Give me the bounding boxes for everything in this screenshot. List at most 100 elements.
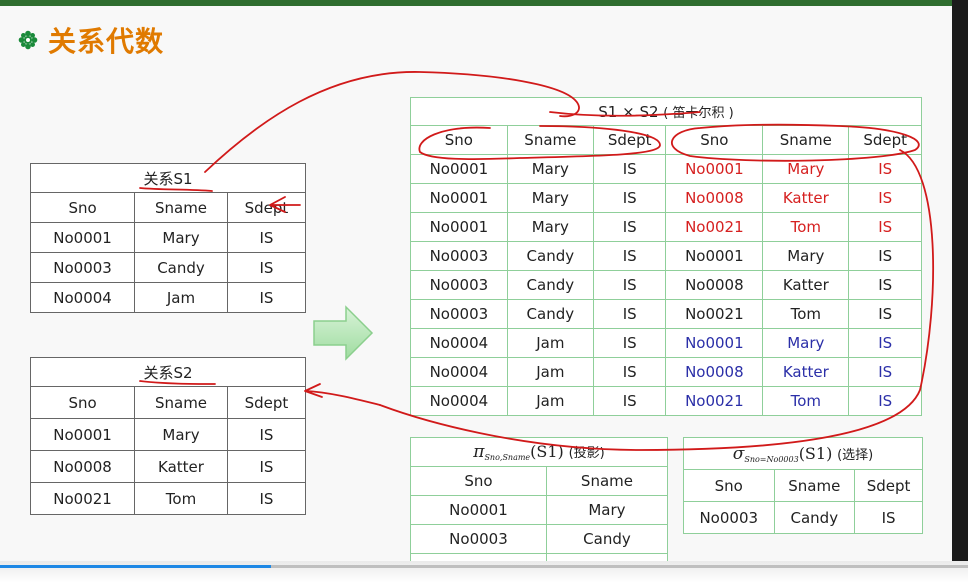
product-cell: No0001 bbox=[665, 328, 764, 358]
s1-cell: IS bbox=[226, 282, 307, 313]
product-cell: No0001 bbox=[665, 154, 764, 184]
projection-caption: πSno,Sname(S1) (投影) bbox=[410, 437, 668, 467]
selection-argument: (S1) bbox=[798, 443, 833, 463]
product-header-cell: Sdept bbox=[592, 125, 667, 155]
product-cell: No0001 bbox=[665, 241, 764, 271]
product-cell: IS bbox=[592, 241, 667, 271]
table-row: No0004 Jam IS bbox=[29, 282, 307, 313]
product-caption: S1 × S2 ( 笛卡尔积 ) bbox=[410, 97, 922, 126]
product-cell: Mary bbox=[762, 241, 850, 271]
product-cell: No0021 bbox=[665, 299, 764, 329]
product-cell: IS bbox=[848, 270, 922, 300]
product-cell: IS bbox=[592, 270, 667, 300]
relation-s1-table: 关系S1 Sno Sname Sdept No0001 Mary IS No00… bbox=[29, 163, 307, 313]
s2-cell: Katter bbox=[134, 450, 228, 483]
product-caption-main: S1 × S2 bbox=[598, 103, 659, 121]
product-header-cell: Sdept bbox=[848, 125, 922, 155]
product-cell: IS bbox=[592, 357, 667, 387]
table-row: No0004 Jam IS No0008 Katter IS bbox=[410, 357, 922, 387]
s2-cell: IS bbox=[226, 418, 307, 451]
product-cell: No0003 bbox=[410, 241, 508, 271]
product-cell: IS bbox=[848, 183, 922, 213]
product-cell: Jam bbox=[506, 386, 594, 416]
projection-note: (投影) bbox=[568, 446, 605, 461]
table-row: No0008 Katter IS bbox=[29, 450, 307, 483]
product-cell: Mary bbox=[762, 328, 850, 358]
product-cell: No0008 bbox=[665, 270, 764, 300]
s1-caption: 关系S1 bbox=[30, 163, 306, 193]
product-cell: IS bbox=[592, 154, 667, 184]
product-cell: No0021 bbox=[665, 386, 764, 416]
product-cell: No0004 bbox=[410, 386, 508, 416]
product-cell: No0003 bbox=[410, 270, 508, 300]
s1-cell: No0004 bbox=[29, 282, 136, 313]
projection-cell: Candy bbox=[545, 524, 669, 554]
s2-cell: IS bbox=[226, 482, 307, 515]
s1-cell: Jam bbox=[134, 282, 228, 313]
product-cell: IS bbox=[848, 154, 922, 184]
product-cell: No0008 bbox=[665, 357, 764, 387]
s2-header-cell: Sno bbox=[29, 386, 136, 419]
video-progress-bar[interactable] bbox=[0, 561, 968, 583]
progress-fill bbox=[0, 565, 272, 568]
projection-header-cell: Sno bbox=[410, 466, 547, 496]
right-edge-shade bbox=[952, 0, 968, 583]
projection-argument: (S1) bbox=[530, 442, 564, 461]
product-cell: IS bbox=[848, 386, 922, 416]
product-cell: Katter bbox=[762, 183, 850, 213]
product-cell: IS bbox=[592, 183, 667, 213]
product-cell: IS bbox=[592, 299, 667, 329]
product-cell: Tom bbox=[762, 386, 850, 416]
table-row: No0001 Mary IS No0021 Tom IS bbox=[410, 212, 922, 242]
product-caption-note: ( 笛卡尔积 ) bbox=[663, 106, 734, 121]
s2-cell: Mary bbox=[134, 418, 228, 451]
selection-cell: IS bbox=[854, 501, 923, 534]
s1-cell: Candy bbox=[134, 252, 228, 283]
projection-header-cell: Sname bbox=[545, 466, 669, 496]
selection-header-cell: Sname bbox=[773, 469, 856, 502]
table-row: No0003 Candy IS bbox=[683, 501, 923, 534]
s1-cell: Mary bbox=[134, 222, 228, 253]
product-cell: IS bbox=[592, 212, 667, 242]
product-cell: No0001 bbox=[410, 212, 508, 242]
product-cell: IS bbox=[848, 299, 922, 329]
product-cell: IS bbox=[592, 328, 667, 358]
product-cell: IS bbox=[848, 357, 922, 387]
table-row: No0001 Mary IS bbox=[29, 222, 307, 253]
product-header-cell: Sno bbox=[410, 125, 508, 155]
selection-note: (选择) bbox=[837, 447, 874, 463]
product-cell: Katter bbox=[762, 357, 850, 387]
table-row: No0003 Candy IS No0008 Katter IS bbox=[410, 270, 922, 300]
selection-header-cell: Sdept bbox=[854, 469, 923, 502]
flower-bullet-icon bbox=[18, 30, 38, 50]
product-cell: No0021 bbox=[665, 212, 764, 242]
projection-cell: No0003 bbox=[410, 524, 547, 554]
selection-table: σSno=No0003(S1) (选择) Sno Sname Sdept No0… bbox=[683, 437, 923, 534]
projection-subscript: Sno,Sname bbox=[484, 453, 531, 462]
selection-caption: σSno=No0003(S1) (选择) bbox=[683, 437, 923, 470]
table-row: No0021 Tom IS bbox=[29, 482, 307, 515]
s2-cell: No0001 bbox=[29, 418, 136, 451]
table-row: No0001 Mary IS No0008 Katter IS bbox=[410, 183, 922, 213]
product-cell: No0004 bbox=[410, 357, 508, 387]
product-cell: No0003 bbox=[410, 299, 508, 329]
product-cell: Jam bbox=[506, 357, 594, 387]
product-header-cell: Sname bbox=[506, 125, 594, 155]
product-header-cell: Sname bbox=[762, 125, 850, 155]
product-cell: Katter bbox=[762, 270, 850, 300]
s2-cell: Tom bbox=[134, 482, 228, 515]
product-cell: No0008 bbox=[665, 183, 764, 213]
s2-header-cell: Sdept bbox=[226, 386, 307, 419]
table-row: No0001 Mary bbox=[410, 495, 669, 525]
product-cell: No0001 bbox=[410, 183, 508, 213]
s2-cell: No0021 bbox=[29, 482, 136, 515]
product-cell: Candy bbox=[506, 270, 594, 300]
cartesian-product-table: S1 × S2 ( 笛卡尔积 ) Sno Sname Sdept Sno Sna… bbox=[410, 97, 922, 416]
s1-header-cell: Sdept bbox=[226, 192, 307, 223]
product-cell: Tom bbox=[762, 299, 850, 329]
product-cell: Mary bbox=[506, 212, 594, 242]
table-row: No0003 Candy IS No0001 Mary IS bbox=[410, 241, 922, 271]
table-row: No0003 Candy IS No0021 Tom IS bbox=[410, 299, 922, 329]
table-row: No0001 Mary IS No0001 Mary IS bbox=[410, 154, 922, 184]
product-cell: IS bbox=[848, 241, 922, 271]
